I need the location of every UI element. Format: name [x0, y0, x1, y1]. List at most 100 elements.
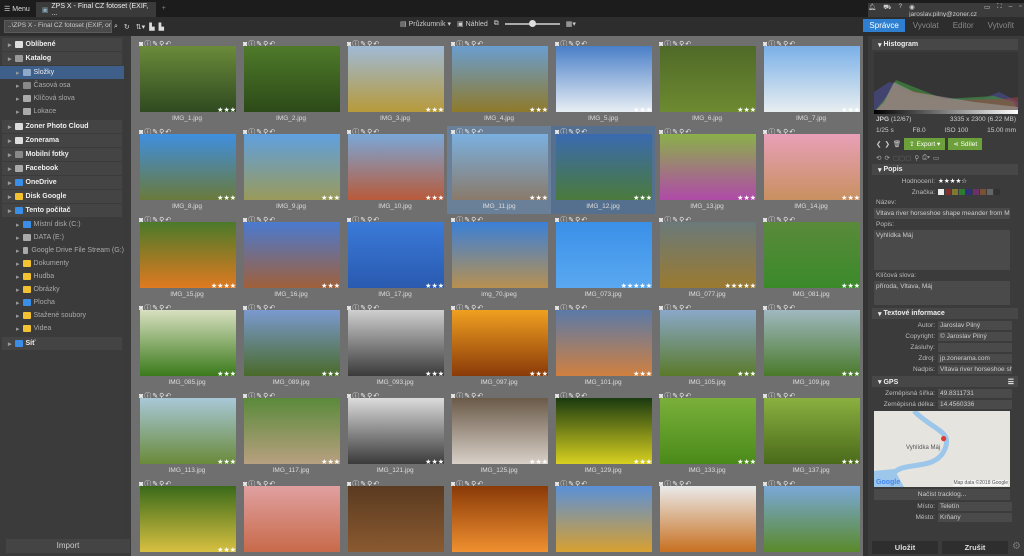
rotate-left-icon[interactable]: ⟲: [876, 154, 881, 162]
settings-gear-icon[interactable]: ⚙: [1012, 541, 1021, 554]
thumbnail-item[interactable]: ◙ⓘ✎⚲↶ ★★★ IMG_8.jpg: [135, 126, 239, 214]
thumbnail-image[interactable]: [140, 222, 236, 288]
thumbnail-image[interactable]: [140, 46, 236, 112]
thumbnail-image[interactable]: [452, 222, 548, 288]
tab-manager[interactable]: Správce: [863, 19, 905, 32]
thumbnail-item[interactable]: ◙ⓘ✎⚲↶ ★★★ IMG_133.jpg: [655, 390, 759, 478]
thumbnail-image[interactable]: [348, 398, 444, 464]
color-label-picker[interactable]: [938, 189, 1000, 195]
expand-arrow-icon[interactable]: ▸: [8, 137, 12, 145]
sidebar-item[interactable]: ▸ Hudba: [0, 270, 124, 283]
expand-arrow-icon[interactable]: ▸: [8, 55, 12, 63]
search-icon[interactable]: ⌕: [114, 23, 118, 31]
thumbnail-image[interactable]: [660, 310, 756, 376]
slider-knob[interactable]: [528, 20, 536, 27]
search-tool-icon[interactable]: ⚲: [914, 154, 919, 162]
thumbnail-image[interactable]: [244, 486, 340, 552]
sidebar-item[interactable]: ▸ Plocha: [0, 296, 124, 309]
source-field[interactable]: jp.zonerama.com: [938, 353, 1012, 363]
print-icon[interactable]: ⎙▾: [922, 154, 930, 162]
thumbnail-item[interactable]: ◙ⓘ✎⚲↶ ★★★ IMG_093.jpg: [343, 302, 447, 390]
thumbnail-image[interactable]: [660, 486, 756, 552]
sidebar-item[interactable]: ▸ Časová osa: [0, 79, 124, 92]
import-button[interactable]: Import: [6, 539, 130, 553]
description-section-header[interactable]: ▾ Popis: [872, 164, 1018, 175]
city-field[interactable]: Krňany: [938, 512, 1012, 522]
thumbnail-image[interactable]: [244, 134, 340, 200]
thumbnail-image[interactable]: [348, 134, 444, 200]
sidebar-item[interactable]: ▸ Síť: [2, 337, 122, 350]
save-button[interactable]: Uložit: [872, 541, 938, 554]
expand-arrow-icon[interactable]: ▸: [16, 95, 20, 103]
headline-field[interactable]: Vltava river horseshoe shape: [938, 364, 1012, 374]
sidebar-item[interactable]: ▸ Lokace: [0, 105, 124, 118]
expand-arrow-icon[interactable]: ▸: [16, 260, 20, 268]
expand-arrow-icon[interactable]: ▸: [16, 299, 20, 307]
title-field[interactable]: Vltava river horseshoe shape meander fro…: [874, 208, 1010, 219]
menu-button[interactable]: ☰ Menu: [4, 5, 30, 13]
thumbnail-item[interactable]: ◙ⓘ✎⚲↶ ★★★ IMG_11.jpg: [447, 126, 551, 214]
thumbnail-item[interactable]: ◙ⓘ✎⚲↶ ★★★ IMG_097.jpg: [447, 302, 551, 390]
delete-icon[interactable]: 🗑︎: [893, 140, 901, 148]
thumbnail-item[interactable]: ◙ⓘ✎⚲↶ ★★★ IMG_1.jpg: [135, 38, 239, 126]
sidebar-item[interactable]: ▸ Disk Google: [2, 190, 122, 203]
thumbnail-item[interactable]: ◙ⓘ✎⚲↶ ★★★ IMG_16.jpg: [239, 214, 343, 302]
rotate-right-icon[interactable]: ⟳: [884, 154, 889, 162]
sidebar-item[interactable]: ▸ Katalog: [2, 52, 122, 65]
thumbnail-image[interactable]: [348, 222, 444, 288]
thumbnail-item[interactable]: ◙ⓘ✎⚲↶: [759, 478, 863, 556]
expand-arrow-icon[interactable]: ▸: [8, 179, 12, 187]
expand-arrow-icon[interactable]: ▸: [16, 82, 20, 90]
sidebar-item[interactable]: ▸ Místní disk (C:): [0, 218, 124, 231]
thumbnail-image[interactable]: [556, 134, 652, 200]
sidebar-item[interactable]: ▸ Facebook: [2, 162, 122, 175]
thumbnail-image[interactable]: [556, 310, 652, 376]
place-field[interactable]: Teletín: [938, 501, 1012, 511]
thumbnail-item[interactable]: ◙ⓘ✎⚲↶ ★★★★ IMG_15.jpg: [135, 214, 239, 302]
tab-editor[interactable]: Editor: [947, 19, 980, 32]
new-tab-button[interactable]: +: [162, 5, 166, 12]
rating-stars[interactable]: ★★★★☆: [938, 177, 967, 185]
thumbnail-item[interactable]: ◙ⓘ✎⚲↶ ★★★ IMG_117.jpg: [239, 390, 343, 478]
thumbnail-item[interactable]: ◙ⓘ✎⚲↶ ★★★ IMG_5.jpg: [551, 38, 655, 126]
thumbnail-image[interactable]: [452, 486, 548, 552]
slideshow-icon[interactable]: ▭: [933, 154, 939, 162]
thumbnail-item[interactable]: ◙ⓘ✎⚲↶ ★★★ IMG_113.jpg: [135, 390, 239, 478]
thumbnail-image[interactable]: [764, 398, 860, 464]
thumbnail-image[interactable]: [244, 222, 340, 288]
thumbnail-image[interactable]: [660, 134, 756, 200]
thumbnail-item[interactable]: ◙ⓘ✎⚲↶ ★★★ IMG_081.jpg: [759, 214, 863, 302]
explorer-view-button[interactable]: ▤ Průzkumník ▾: [400, 20, 451, 28]
thumbnail-image[interactable]: [764, 486, 860, 552]
thumbnail-item[interactable]: ◙ⓘ✎⚲↶: [551, 478, 655, 556]
thumbnail-item[interactable]: ◙ⓘ✎⚲↶ ★★★ IMG_17.jpg: [343, 214, 447, 302]
thumbnail-image[interactable]: [244, 398, 340, 464]
thumbnail-image[interactable]: [764, 46, 860, 112]
thumbnail-item[interactable]: ◙ⓘ✎⚲↶ ★★★ IMG_13.jpg: [655, 126, 759, 214]
expand-arrow-icon[interactable]: ▸: [8, 193, 12, 201]
thumbnail-image[interactable]: [348, 46, 444, 112]
thumbnail-item[interactable]: ◙ⓘ✎⚲↶: [239, 478, 343, 556]
cancel-button[interactable]: Zrušit: [942, 541, 1008, 554]
credits-field[interactable]: [938, 342, 1012, 352]
description-field[interactable]: Vyhlídka Máj: [874, 230, 1010, 270]
thumbnail-item[interactable]: ◙ⓘ✎⚲↶ img_70.jpeg: [447, 214, 551, 302]
thumbnail-image[interactable]: [244, 46, 340, 112]
folder-icon[interactable]: ▙: [149, 23, 154, 31]
export-button[interactable]: ⇪ Export ▾: [904, 138, 946, 150]
gps-map[interactable]: ● Vyhlídka Máj Google Map data ©2018 Goo…: [874, 411, 1010, 487]
thumbnail-image[interactable]: [140, 486, 236, 552]
expand-arrow-icon[interactable]: ▸: [8, 151, 12, 159]
thumbnail-item[interactable]: ◙ⓘ✎⚲↶ ★★★ IMG_4.jpg: [447, 38, 551, 126]
thumbnail-item[interactable]: ◙ⓘ✎⚲↶ ★★★ IMG_6.jpg: [655, 38, 759, 126]
thumbnail-image[interactable]: [764, 222, 860, 288]
thumbnail-image[interactable]: [556, 398, 652, 464]
thumbnail-image[interactable]: [348, 486, 444, 552]
thumbnail-image[interactable]: [140, 398, 236, 464]
expand-arrow-icon[interactable]: ▸: [8, 41, 12, 49]
thumbnail-item[interactable]: ◙ⓘ✎⚲↶ ★★★ IMG_089.jpg: [239, 302, 343, 390]
latitude-field[interactable]: 49.8311731: [938, 388, 1012, 398]
thumbnail-item[interactable]: ◙ⓘ✎⚲↶ ★★★ IMG_105.jpg: [655, 302, 759, 390]
thumbnail-item[interactable]: ◙ⓘ✎⚲↶ ★★★★★ IMG_077.jpg: [655, 214, 759, 302]
expand-arrow-icon[interactable]: ▸: [8, 123, 12, 131]
